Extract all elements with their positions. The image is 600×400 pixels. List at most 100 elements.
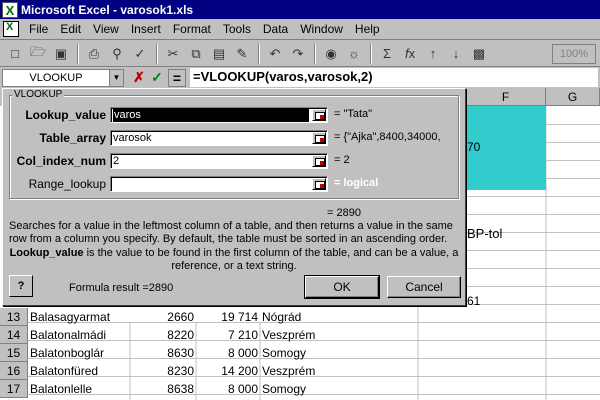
menu-insert[interactable]: Insert [125, 22, 167, 36]
range-lookup-input[interactable] [110, 176, 328, 192]
help-icon: ? [17, 280, 25, 292]
redo-icon[interactable]: ↷ [287, 43, 309, 65]
zip-cell[interactable]: 2660 [130, 308, 194, 326]
open-icon[interactable]: 🗁 [27, 43, 49, 65]
toolbar-separator [370, 43, 372, 64]
formula-bar: VLOOKUP ▼ ✗ ✓ = =VLOOKUP(varos,varosok,2… [0, 67, 600, 88]
collapse-dialog-icon[interactable] [312, 155, 326, 167]
population-cell[interactable]: 7 210 [196, 326, 258, 344]
enter-formula-icon[interactable]: ✓ [148, 69, 166, 86]
cell-peek-70[interactable]: 70 [467, 138, 507, 156]
col-index-num-input[interactable]: 2 [110, 153, 328, 169]
print-icon[interactable]: ⎙ [83, 43, 105, 65]
print-preview-icon[interactable]: ⚲ [106, 43, 128, 65]
menu-data[interactable]: Data [257, 22, 294, 36]
standard-toolbar: □ 🗁 ▣ ⎙ ⚲ ✓ ✂ ⧉ ▤ ✎ ↶ ↷ ◉ ☼ Σ fx ↑ ↓ ▩ 1… [0, 41, 600, 67]
zip-cell[interactable]: 8230 [130, 362, 194, 380]
city-cell[interactable]: Balasagyarmat [30, 308, 130, 326]
range-lookup-label: Range_lookup [28, 177, 106, 191]
paste-icon[interactable]: ▤ [208, 43, 230, 65]
lookup-value-result: = "Tata" [334, 108, 373, 120]
row-header[interactable]: 14 [0, 326, 28, 344]
title-bar: X Microsoft Excel - varosok1.xls [0, 0, 600, 19]
row-header[interactable]: 15 [0, 344, 28, 362]
web-toolbar-icon[interactable]: ☼ [343, 43, 365, 65]
hyperlink-icon[interactable]: ◉ [320, 43, 342, 65]
collapse-dialog-icon[interactable] [312, 109, 326, 121]
new-icon[interactable]: □ [4, 43, 26, 65]
undo-icon[interactable]: ↶ [264, 43, 286, 65]
argument-description: Lookup_value is the value to be found in… [9, 247, 459, 273]
chevron-down-icon[interactable]: ▼ [109, 69, 123, 86]
col-index-num-label: Col_index_num [16, 154, 106, 168]
zip-cell[interactable]: 8638 [130, 380, 194, 398]
menu-view[interactable]: View [87, 22, 125, 36]
function-description: Searches for a value in the leftmost col… [9, 220, 453, 245]
menu-file[interactable]: File [23, 22, 54, 36]
ok-button[interactable]: OK [304, 275, 380, 299]
sort-ascending-icon[interactable]: ↑ [422, 43, 444, 65]
window-title: Microsoft Excel - varosok1.xls [21, 2, 194, 17]
column-header-g[interactable]: G [546, 88, 600, 106]
col-index-num-result: = 2 [334, 154, 350, 166]
county-cell[interactable]: Nógrád [262, 308, 412, 326]
table-array-result: = {"Ajka",8400,34000, [334, 131, 441, 143]
column-header-f[interactable]: F [466, 88, 546, 106]
county-cell[interactable]: Veszprém [262, 362, 412, 380]
format-painter-icon[interactable]: ✎ [231, 43, 253, 65]
county-cell[interactable]: Veszprém [262, 326, 412, 344]
population-cell[interactable]: 14 200 [196, 362, 258, 380]
menu-help[interactable]: Help [349, 22, 386, 36]
toolbar-separator [77, 43, 79, 64]
cancel-button[interactable]: Cancel [387, 276, 461, 298]
paste-function-icon[interactable]: fx [399, 43, 421, 65]
excel-app-icon[interactable]: X [2, 1, 18, 18]
menu-format[interactable]: Format [167, 22, 217, 36]
spelling-icon[interactable]: ✓ [129, 43, 151, 65]
population-cell[interactable]: 19 714 [196, 308, 258, 326]
cell-peek-bp-tol[interactable]: BP-tol [467, 225, 545, 243]
city-cell[interactable]: Balatonlelle [30, 380, 130, 398]
lookup-value-text: varos [113, 108, 309, 122]
table-array-input[interactable]: varosok [110, 130, 328, 146]
cancel-formula-icon[interactable]: ✗ [130, 69, 148, 86]
name-box-value: VLOOKUP [29, 71, 83, 84]
zip-cell[interactable]: 8630 [130, 344, 194, 362]
function-result: = 2890 [327, 207, 361, 219]
population-cell[interactable]: 8 000 [196, 344, 258, 362]
dialog-title: VLOOKUP [12, 89, 65, 101]
lookup-value-input[interactable]: varos [110, 107, 328, 123]
county-cell[interactable]: Somogy [262, 344, 412, 362]
collapse-dialog-icon[interactable] [312, 178, 326, 190]
city-cell[interactable]: Balatonboglár [30, 344, 130, 362]
argument-name: Lookup_value [9, 247, 84, 259]
population-cell[interactable]: 8 000 [196, 380, 258, 398]
menu-tools[interactable]: Tools [217, 22, 257, 36]
formula-input[interactable]: =VLOOKUP(varos,varosok,2) [190, 68, 598, 87]
cell-peek-61[interactable]: 61 [467, 292, 507, 310]
workbook-icon[interactable] [3, 21, 19, 37]
chart-wizard-icon[interactable]: ▩ [468, 43, 490, 65]
zoom-select[interactable]: 100% [552, 43, 596, 64]
name-box[interactable]: VLOOKUP ▼ [2, 68, 124, 87]
city-cell[interactable]: Balatonfüred [30, 362, 130, 380]
toolbar-separator [258, 43, 260, 64]
row-header[interactable]: 13 [0, 308, 28, 326]
row-header[interactable]: 16 [0, 362, 28, 380]
menu-edit[interactable]: Edit [54, 22, 87, 36]
menu-window[interactable]: Window [294, 22, 349, 36]
edit-formula-button[interactable]: = [168, 68, 186, 87]
zip-cell[interactable]: 8220 [130, 326, 194, 344]
save-icon[interactable]: ▣ [50, 43, 72, 65]
help-button[interactable]: ? [9, 275, 33, 297]
row-header[interactable]: 17 [0, 380, 28, 398]
autosum-icon[interactable]: Σ [376, 43, 398, 65]
city-cell[interactable]: Balatonalmádi [30, 326, 130, 344]
collapse-dialog-icon[interactable] [312, 132, 326, 144]
cut-icon[interactable]: ✂ [162, 43, 184, 65]
copy-icon[interactable]: ⧉ [185, 43, 207, 65]
county-cell[interactable]: Somogy [262, 380, 412, 398]
range-lookup-result: = logical [334, 177, 379, 189]
sort-descending-icon[interactable]: ↓ [445, 43, 467, 65]
arguments-frame: VLOOKUP Lookup_value varos = "Tata" Tabl… [9, 89, 459, 199]
